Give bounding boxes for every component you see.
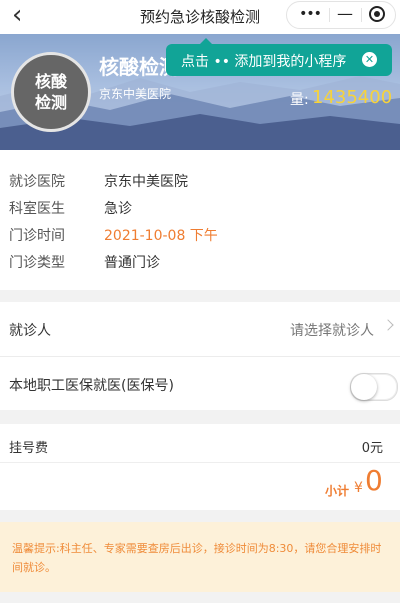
patient-section: 就诊人 请选择就诊人 本地职工医保就医(医保号) — [0, 302, 400, 410]
insurance-toggle[interactable] — [350, 373, 398, 401]
divider — [0, 462, 400, 463]
notice-text: 温馨提示:科主任、专家需要查房后出诊，接诊时间为8:30，请您合理安排时间就诊。 — [12, 542, 382, 574]
miniprogram-capsule: ••• — — [286, 1, 396, 29]
capsule-divider — [329, 8, 330, 22]
sold-count-value: 1435400 — [312, 87, 393, 108]
minimize-button[interactable]: — — [335, 4, 355, 24]
registration-fee-value: 0元 — [361, 441, 383, 456]
navigation-bar: ‹ 预约急诊核酸检测 ••• — — [0, 0, 400, 34]
add-miniprogram-tooltip: 点击 •• 添加到我的小程序 ✕ — [166, 38, 392, 76]
notice-banner: 温馨提示:科主任、专家需要查房后出诊，接诊时间为8:30，请您合理安排时间就诊。 — [0, 522, 400, 592]
select-patient-row[interactable]: 就诊人 请选择就诊人 — [0, 302, 400, 357]
chevron-right-icon — [382, 319, 394, 331]
info-label: 就诊医院 — [9, 174, 65, 190]
badge-line2: 检测 — [34, 93, 67, 112]
subtotal-value: 0 — [365, 464, 383, 497]
more-menu-button[interactable]: ••• — [293, 5, 327, 25]
subtotal-label: 小计 — [325, 484, 350, 498]
registration-fee-label: 挂号费 — [9, 441, 49, 456]
info-value: 2021-10-08 下午 — [104, 228, 218, 244]
capsule-divider — [361, 8, 362, 22]
toggle-knob — [351, 374, 377, 400]
info-value: 急诊 — [104, 201, 132, 217]
info-value: 京东中美医院 — [104, 174, 188, 190]
badge-line1: 核酸 — [34, 72, 67, 91]
sold-count-label: 量: — [290, 92, 309, 108]
insurance-label: 本地职工医保就医(医保号) — [9, 378, 174, 394]
patient-placeholder: 请选择就诊人 — [290, 323, 374, 339]
info-label: 科室医生 — [9, 201, 65, 217]
hospital-name: 京东中美医院 — [99, 87, 172, 101]
tooltip-text: 点击 •• 添加到我的小程序 — [181, 54, 347, 70]
close-icon[interactable]: ✕ — [362, 52, 377, 67]
patient-label: 就诊人 — [9, 323, 51, 339]
fee-section: 挂号费 0元 小计 ¥ 0 — [0, 424, 400, 510]
close-miniprogram-button[interactable] — [369, 6, 385, 22]
info-value: 普通门诊 — [104, 255, 160, 271]
subtotal-currency: ¥ — [354, 480, 363, 496]
info-label: 门诊时间 — [9, 228, 65, 244]
insurance-row: 本地职工医保就医(医保号) — [0, 357, 400, 411]
project-badge: 核酸 检测 — [11, 52, 91, 132]
appointment-info: 就诊医院 京东中美医院 科室医生 急诊 门诊时间 2021-10-08 下午 门… — [0, 150, 400, 290]
info-label: 门诊类型 — [9, 255, 65, 271]
